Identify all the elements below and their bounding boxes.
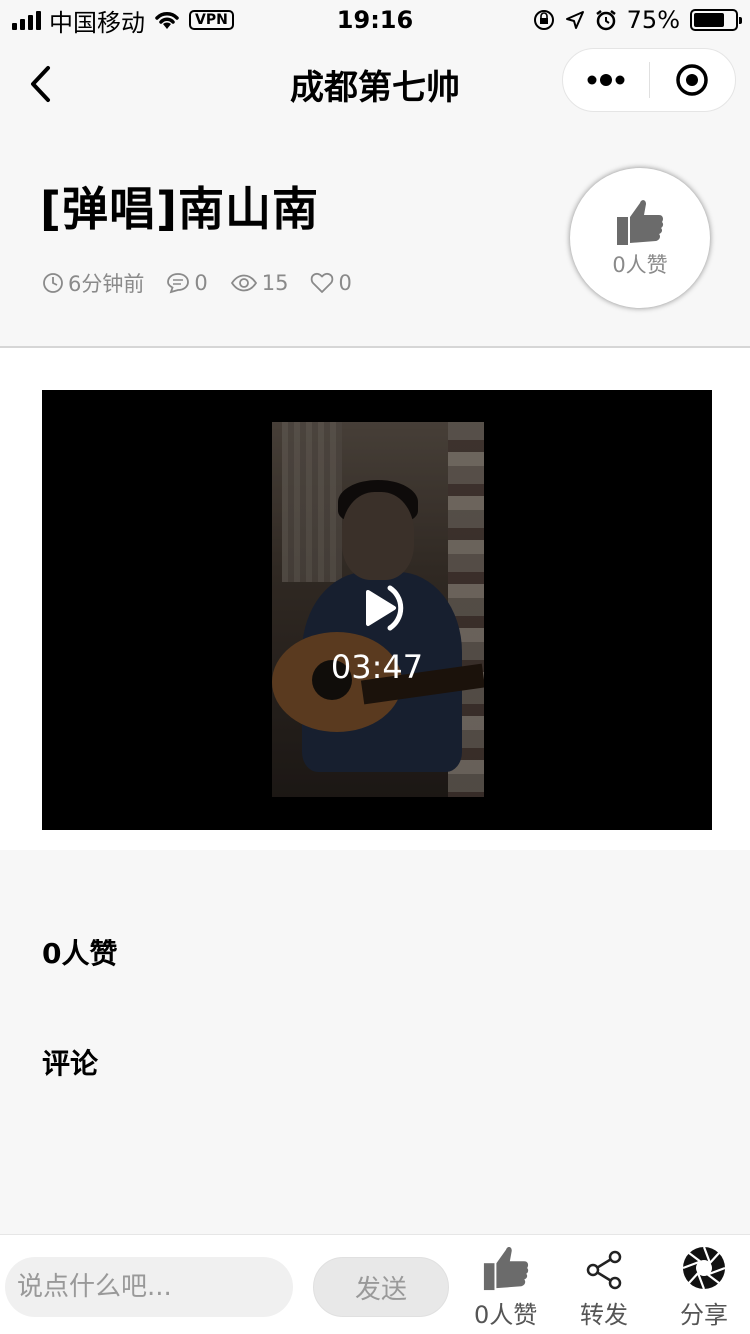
signal-icon [12,10,41,30]
heart-icon [311,272,334,293]
favorite-meta: 0 [310,271,352,295]
wifi-icon [155,12,179,29]
view-count: 15 [261,271,289,295]
share-button[interactable]: 分享 [680,1243,728,1330]
aperture-icon [682,1246,726,1290]
battery-icon [690,9,742,31]
like-count: 0 [338,271,352,295]
like-button[interactable]: 0人赞 [570,168,710,308]
status-bar: 中国移动 VPN 19:16 75% [0,0,750,40]
share-label: 分享 [680,1301,728,1329]
more-icon [587,74,625,86]
comments-heading: 评论 [42,1047,99,1080]
thumbs-up-icon [483,1246,528,1291]
post-title: [弹唱]南山南 [40,182,320,236]
alarm-icon [595,10,616,31]
status-left: 中国移动 VPN [12,3,234,38]
post-meta: 6分钟前 0 15 0 [42,268,352,298]
send-button[interactable]: 发送 [313,1257,449,1317]
comment-icon [167,273,190,294]
view-meta: 15 [230,271,289,295]
like-badge-label: 0人赞 [612,253,668,277]
post-header: [弹唱]南山南 6分钟前 0 15 0 0人赞 [0,128,750,348]
eye-icon [230,274,257,292]
orientation-lock-icon [533,10,554,30]
video-duration: 03:47 [330,648,424,686]
comment-meta: 0 [166,271,208,295]
bottom-bar: 发送 0人赞 转发 分享 [0,1234,750,1334]
comment-input[interactable] [5,1257,293,1317]
close-program-button[interactable] [650,49,736,111]
carrier-label: 中国移动 [49,8,145,37]
comment-count: 0 [194,271,208,295]
bottom-like-label: 0人赞 [474,1301,538,1329]
video-section: 03:47 [0,348,750,850]
play-icon[interactable] [352,580,408,636]
bottom-like-button[interactable]: 0人赞 [474,1243,537,1330]
target-icon [676,64,708,96]
time-ago: 6分钟前 [68,272,145,296]
forward-button[interactable]: 转发 [580,1243,628,1330]
nav-bar: 成都第七帅 [0,40,750,128]
share-nodes-icon [586,1250,622,1290]
likes-summary: 0人赞 [42,937,118,970]
location-icon [565,11,584,29]
clock-icon [43,273,63,293]
battery-percent: 75% [626,6,680,34]
time-meta: 6分钟前 [42,268,144,298]
mini-program-capsule [562,48,736,112]
status-right: 75% [533,6,742,34]
more-button[interactable] [563,49,649,111]
forward-label: 转发 [580,1301,628,1329]
thumbs-up-icon [617,200,664,245]
video-player[interactable]: 03:47 [42,390,712,830]
vpn-badge: VPN [189,10,234,30]
